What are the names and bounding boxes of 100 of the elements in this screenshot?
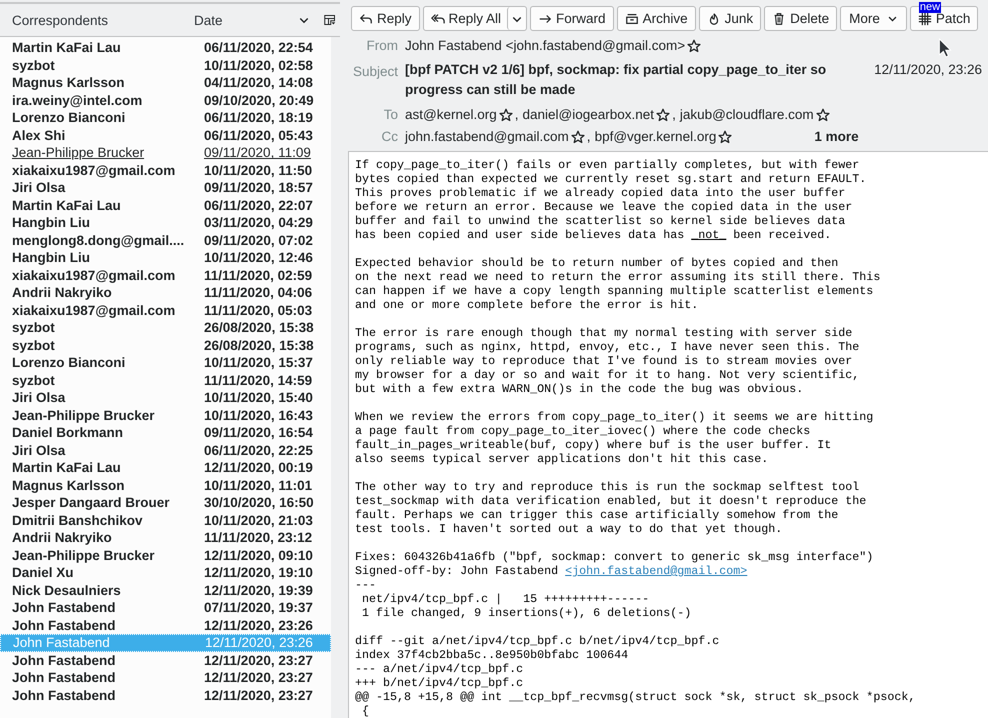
message-row[interactable]: menglong8.dong@gmail.... 09/11/2020, 07:02 (0, 232, 331, 249)
message-row[interactable]: Magnus Karlsson 04/11/2020, 14:08 (0, 74, 331, 92)
sender-name: syzbot (11, 320, 56, 336)
sender-address[interactable]: John Fastabend <john.fastabend@gmail.com> (405, 35, 686, 57)
star-icon[interactable] (656, 108, 670, 122)
message-row[interactable]: syzbot 26/08/2020, 15:38 (0, 336, 331, 354)
email-link[interactable]: <john.fastabend@gmail.com> (565, 564, 748, 578)
sender-name: Andrii Nakryiko (11, 530, 113, 546)
sender-name: Hangbin Liu (11, 250, 91, 266)
message-date: 12/11/2020, 23:27 (203, 670, 313, 686)
recipient-address[interactable]: bpf@vger.kernel.org (594, 126, 716, 148)
message-row[interactable]: Hangbin Liu 03/11/2020, 04:29 (0, 214, 331, 232)
sender-name: Lorenzo Bianconi (11, 110, 126, 126)
message-date: 09/11/2020, 18:57 (203, 180, 313, 196)
star-icon[interactable] (687, 39, 702, 53)
message-row[interactable]: Jean-Philippe Brucker 09/11/2020, 11:09 (0, 144, 331, 162)
sender-name: Martin KaFai Lau (11, 40, 122, 56)
toolbar-button[interactable]: Reply (351, 6, 420, 31)
message-paragraph: The other way to try and reproduce this is run the sockmap selftest tool test_sockmap with data verification enabled, but it doesn't reproduce the fault. Perhaps we can trigger this case artificially somehow from the test tools. I haven't sorted out a way to do that yet though. (355, 480, 868, 536)
star-icon[interactable] (570, 130, 585, 144)
message-date: 10/11/2020, 16:43 (203, 408, 313, 423)
message-row[interactable]: Lorenzo Bianconi 06/11/2020, 18:19 (0, 109, 331, 126)
recipient-address[interactable]: john.fastabend@gmail.com (405, 126, 569, 148)
star-icon[interactable] (816, 108, 830, 122)
message-date: 11/11/2020, 02:59 (203, 268, 312, 283)
message-date: 09/10/2020, 20:49 (203, 92, 314, 108)
message-date: 06/11/2020, 05:43 (203, 128, 313, 143)
message-date: 09/11/2020, 07:02 (203, 232, 313, 248)
message-row[interactable]: John Fastabend 12/11/2020, 23:27 (0, 652, 331, 669)
toolbar-button[interactable]: Delete (764, 6, 838, 31)
recipient-address[interactable]: ast@kernel.org (405, 104, 497, 126)
reply-all-arrow-icon (430, 12, 445, 26)
message-row[interactable]: ira.weiny@intel.com 09/10/2020, 20:49 (0, 92, 331, 109)
message-row[interactable]: Jiri Olsa 09/11/2020, 18:57 (0, 179, 331, 196)
recipient-address[interactable]: jakub@cloudflare.com (680, 104, 814, 126)
message-row[interactable]: syzbot 10/11/2020, 02:58 (0, 56, 331, 74)
column-header[interactable]: Date (192, 12, 298, 28)
sender-name: Jean-Philippe Brucker (11, 145, 146, 160)
star-icon[interactable] (718, 130, 732, 144)
message-row[interactable]: Nick Desaulniers 12/11/2020, 19:39 (0, 582, 331, 599)
sender-name: syzbot (11, 58, 56, 73)
message-row[interactable]: Jiri Olsa 06/11/2020, 22:25 (0, 442, 331, 459)
message-row[interactable]: Martin KaFai Lau 06/11/2020, 22:07 (0, 196, 331, 214)
sender-name: ira.weiny@intel.com (11, 92, 144, 108)
sender-name: Jean-Philippe Brucker (11, 548, 156, 563)
sender-name: syzbot (11, 338, 56, 353)
toolbar-button[interactable]: Forward (530, 6, 614, 31)
message-row[interactable]: Lorenzo Bianconi 10/11/2020, 15:37 (0, 354, 331, 372)
message-row[interactable]: Hangbin Liu 10/11/2020, 12:46 (0, 249, 331, 266)
message-row[interactable]: Daniel Xu 12/11/2020, 19:10 (0, 564, 331, 582)
message-date: 06/11/2020, 22:07 (203, 198, 313, 213)
message-row[interactable]: Jean-Philippe Brucker 12/11/2020, 09:10 (0, 546, 331, 564)
toolbar-button[interactable]: More (840, 6, 907, 31)
message-row[interactable]: syzbot 11/11/2020, 14:59 (0, 372, 331, 389)
sender-name: John Fastabend (12, 635, 111, 650)
sender-name: John Fastabend (11, 670, 117, 686)
message-row[interactable]: Martin KaFai Lau 06/11/2020, 22:54 (0, 39, 331, 56)
field-label: Cc (380, 128, 398, 146)
sender-name: xiakaixu1987@gmail.com (11, 302, 176, 318)
more-recipients-link[interactable]: 1 more (814, 126, 859, 148)
sender-name: Daniel Borkmann (11, 425, 124, 440)
message-row[interactable]: John Fastabend 12/11/2020, 23:27 (0, 669, 331, 686)
message-row[interactable]: Andrii Nakryiko 11/11/2020, 04:06 (0, 284, 331, 302)
message-row[interactable]: John Fastabend 12/11/2020, 23:27 (0, 686, 331, 704)
message-row[interactable]: Martin KaFai Lau 12/11/2020, 00:19 (0, 459, 331, 476)
message-row[interactable]: xiakaixu1987@gmail.com 10/11/2020, 11:50 (0, 162, 331, 179)
message-row[interactable]: Andrii Nakryiko 11/11/2020, 23:12 (0, 529, 331, 546)
message-date: 12/11/2020, 23:26 (204, 635, 313, 650)
message-date: 10/11/2020, 02:58 (203, 58, 313, 73)
message-row[interactable]: xiakaixu1987@gmail.com 11/11/2020, 02:59 (0, 266, 331, 284)
message-row[interactable]: syzbot 26/08/2020, 15:38 (0, 319, 331, 336)
recipient-address[interactable]: daniel@iogearbox.net (522, 104, 654, 126)
message-row[interactable]: Daniel Borkmann 09/11/2020, 16:54 (0, 424, 331, 442)
message-row[interactable]: Jean-Philippe Brucker 10/11/2020, 16:43 (0, 406, 331, 424)
message-date: 12/11/2020, 23:27 (203, 688, 313, 703)
message-row[interactable]: xiakaixu1987@gmail.com 11/11/2020, 05:03 (0, 302, 331, 319)
field-label: From (366, 37, 398, 55)
message-date: 12/11/2020, 19:39 (203, 582, 313, 598)
star-icon[interactable] (498, 108, 513, 122)
message-row[interactable]: Dmitrii Banshchikov 10/11/2020, 21:03 (0, 512, 331, 529)
archive-box-icon (624, 12, 639, 26)
column-picker-icon[interactable] (324, 14, 336, 26)
message-row[interactable]: Jesper Dangaard Brouer 30/10/2020, 16:50 (0, 494, 331, 512)
sender-name: John Fastabend (11, 600, 117, 616)
sender-name: Hangbin Liu (11, 215, 91, 230)
message-row[interactable]: John Fastabend 07/11/2020, 19:37 (0, 599, 331, 616)
message-row[interactable]: John Fastabend 12/11/2020, 23:26 (0, 616, 331, 634)
toolbar-button[interactable]: Archive (616, 6, 696, 31)
sender-name: Jiri Olsa (11, 442, 66, 458)
column-header[interactable]: Correspondents (0, 12, 192, 28)
message-date: 30/10/2020, 16:50 (203, 495, 314, 510)
message-row[interactable]: Magnus Karlsson 10/11/2020, 11:01 (0, 476, 331, 494)
toolbar-button[interactable]: Junk (698, 6, 762, 31)
message-date: 10/11/2020, 21:03 (203, 512, 313, 528)
message-date: 12/11/2020, 09:10 (203, 548, 313, 563)
message-row[interactable]: Alex Shi 06/11/2020, 05:43 (0, 126, 331, 144)
message-date: 07/11/2020, 19:37 (203, 600, 313, 616)
message-row[interactable]: Jiri Olsa 10/11/2020, 15:40 (0, 389, 331, 406)
message-date: 10/11/2020, 11:50 (203, 162, 312, 178)
scrollbar[interactable] (331, 37, 340, 718)
